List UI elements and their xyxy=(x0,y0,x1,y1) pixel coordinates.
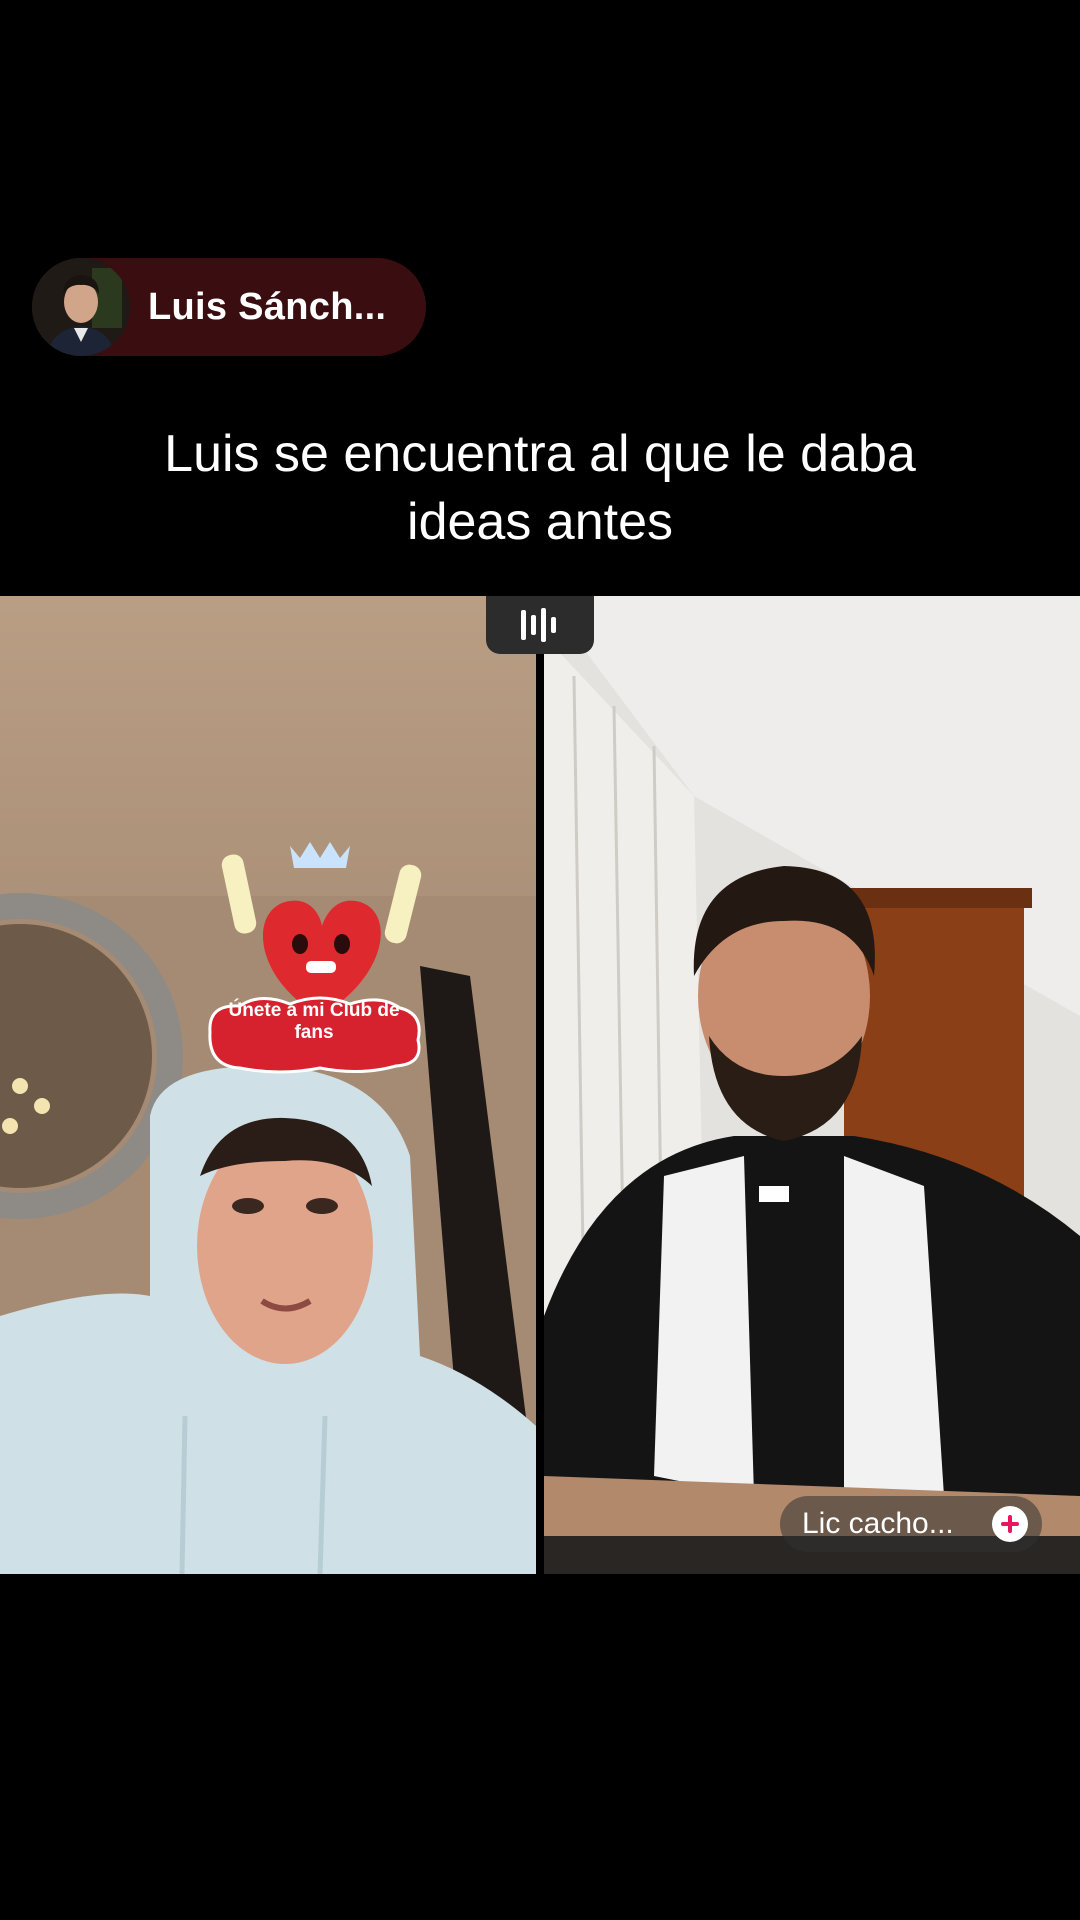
host-name[interactable]: Luis Sánch... xyxy=(148,286,386,329)
fan-club-text-line-1: Únete a mi Club de xyxy=(228,1000,400,1021)
video-caption: Luis se encuentra al que le daba ideas a… xyxy=(60,420,1020,556)
caption-line-2: ideas antes xyxy=(407,493,673,551)
right-video-scene xyxy=(544,596,1080,1574)
follow-button[interactable] xyxy=(992,1506,1028,1542)
left-video-scene xyxy=(0,596,536,1574)
guest-name[interactable]: Lic cacho... xyxy=(802,1507,954,1541)
guest-profile-pill[interactable]: Lic cacho... xyxy=(780,1496,1042,1552)
plus-icon xyxy=(1001,1515,1019,1533)
audio-indicator-button[interactable] xyxy=(486,596,594,654)
live-split-view xyxy=(0,596,1080,1574)
fan-club-text: Únete a mi Club de fans xyxy=(200,1000,428,1044)
right-live-video[interactable] xyxy=(544,596,1080,1574)
fan-club-badge[interactable]: Únete a mi Club de fans xyxy=(200,992,428,1074)
caption-line-1: Luis se encuentra al que le daba xyxy=(164,425,916,483)
audio-bars-icon xyxy=(521,608,556,642)
fan-club-text-line-2: fans xyxy=(294,1022,334,1043)
left-live-video[interactable] xyxy=(0,596,536,1574)
avatar-photo xyxy=(32,258,130,356)
host-profile-pill[interactable]: Luis Sánch... xyxy=(32,258,426,356)
split-divider xyxy=(536,596,544,1574)
host-avatar[interactable] xyxy=(32,258,130,356)
